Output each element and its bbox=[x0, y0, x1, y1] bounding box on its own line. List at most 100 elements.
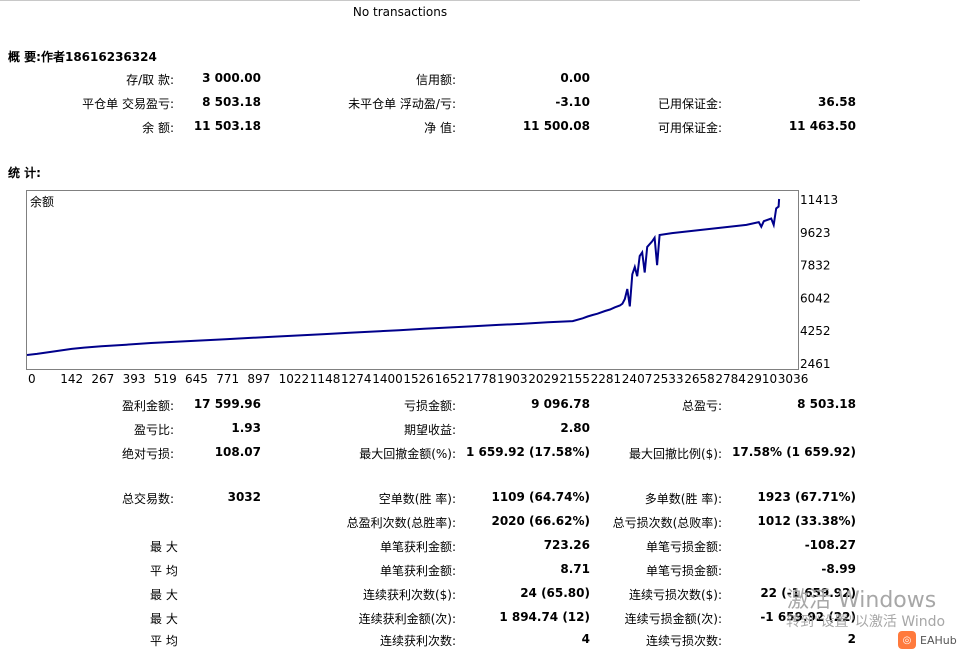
expected-payoff-value: 2.80 bbox=[560, 421, 590, 435]
total-trades-label: 总交易数: bbox=[121, 492, 174, 506]
max-drawdown-label: 最大回撤金额(%): bbox=[359, 447, 456, 461]
total-pl-label: 总盈亏: bbox=[681, 399, 722, 413]
floating-pl-value: -3.10 bbox=[555, 95, 590, 109]
x-tick-label: 897 bbox=[247, 372, 270, 386]
credit-value: 0.00 bbox=[560, 71, 590, 85]
free-margin-label: 可用保证金: bbox=[657, 121, 722, 135]
y-tick-label: 11413 bbox=[800, 193, 838, 207]
max-row-label: 最 大 bbox=[150, 588, 178, 602]
x-tick-label: 2029 bbox=[528, 372, 559, 386]
margin-value: 36.58 bbox=[818, 95, 856, 109]
loss-trades-value: 1012 (33.38%) bbox=[757, 514, 856, 528]
x-tick-label: 1148 bbox=[310, 372, 341, 386]
max-drawdown-value: 1 659.92 (17.58%) bbox=[466, 445, 590, 459]
x-tick-label: 1778 bbox=[466, 372, 497, 386]
x-axis: 0 142 267 393 519 645 771 897 1022 1148 1274 1400 15… bbox=[28, 372, 809, 386]
x-tick-label: 645 bbox=[185, 372, 208, 386]
largest-profit-label: 单笔获利金额: bbox=[379, 540, 456, 554]
y-tick-label: 4252 bbox=[800, 324, 831, 338]
x-tick-label: 1652 bbox=[435, 372, 466, 386]
chart-title: 余额 bbox=[30, 194, 54, 209]
avg-consec-wins-value: 4 bbox=[581, 632, 590, 646]
max-consec-wins-label: 连续获利次数($): bbox=[362, 588, 456, 602]
x-tick-label: 393 bbox=[123, 372, 146, 386]
max-consec-profit-value: 1 894.74 (12) bbox=[499, 610, 590, 624]
y-tick-label: 7832 bbox=[800, 259, 831, 273]
x-tick-label: 2533 bbox=[653, 372, 684, 386]
x-tick-label: 2658 bbox=[684, 372, 715, 386]
avg-consec-losses-label: 连续亏损次数: bbox=[645, 634, 722, 648]
largest-profit-value: 723.26 bbox=[543, 538, 590, 552]
short-trades-value: 1109 (64.74%) bbox=[491, 490, 590, 504]
stats-title: 统 计: bbox=[8, 166, 41, 180]
largest-row-label: 最 大 bbox=[150, 540, 178, 554]
rel-drawdown-value: 17.58% (1 659.92) bbox=[732, 445, 856, 459]
total-trades-value: 3032 bbox=[227, 490, 261, 504]
balance-series-line bbox=[26, 198, 781, 356]
max-consec-loss-label: 连续亏损金额(次): bbox=[624, 612, 722, 626]
expected-payoff-label: 期望收益: bbox=[403, 423, 456, 437]
x-tick-label: 2407 bbox=[622, 372, 653, 386]
x-tick-label: 2281 bbox=[591, 372, 622, 386]
avg-loss-value: -8.99 bbox=[821, 562, 856, 576]
y-tick-label: 6042 bbox=[800, 291, 831, 305]
long-trades-label: 多单数(胜 率): bbox=[644, 492, 722, 506]
margin-label: 已用保证金: bbox=[657, 97, 722, 111]
balance-value: 11 503.18 bbox=[193, 119, 261, 133]
avg-consec-wins-label: 连续获利次数: bbox=[379, 634, 456, 648]
deposit-label: 存/取 款: bbox=[126, 73, 174, 87]
x-tick-label: 2910 bbox=[747, 372, 778, 386]
balance-label: 余 额: bbox=[142, 121, 174, 135]
x-tick-label: 0 bbox=[28, 372, 36, 386]
x-tick-label: 267 bbox=[91, 372, 114, 386]
x-tick-label: 3036 bbox=[778, 372, 809, 386]
largest-loss-value: -108.27 bbox=[804, 538, 856, 552]
x-tick-label: 1400 bbox=[372, 372, 403, 386]
max2-row-label: 最 大 bbox=[150, 612, 178, 626]
x-tick-label: 142 bbox=[60, 372, 83, 386]
gross-loss-label: 亏损金额: bbox=[403, 399, 456, 413]
x-tick-label: 771 bbox=[216, 372, 239, 386]
credit-label: 信用额: bbox=[415, 73, 456, 87]
x-tick-label: 1022 bbox=[279, 372, 310, 386]
y-tick-label: 9623 bbox=[800, 226, 831, 240]
balance-chart-svg: 余额 bbox=[26, 194, 781, 356]
x-tick-label: 2784 bbox=[715, 372, 746, 386]
x-tick-label: 519 bbox=[154, 372, 177, 386]
profit-factor-value: 1.93 bbox=[231, 421, 261, 435]
balance-chart: 余额 bbox=[26, 190, 799, 370]
long-trades-value: 1923 (67.71%) bbox=[757, 490, 856, 504]
deposit-value: 3 000.00 bbox=[202, 71, 261, 85]
free-margin-value: 11 463.50 bbox=[788, 119, 856, 133]
rel-drawdown-label: 最大回撤比例($): bbox=[628, 447, 722, 461]
profit-trades-label: 总盈利次数(总胜率): bbox=[346, 516, 456, 530]
closed-pl-value: 8 503.18 bbox=[202, 95, 261, 109]
windows-activation-watermark: 激活 Windows bbox=[787, 588, 937, 613]
gross-profit-value: 17 599.96 bbox=[193, 397, 261, 411]
avg-profit-label: 单笔获利金额: bbox=[379, 564, 456, 578]
total-pl-value: 8 503.18 bbox=[797, 397, 856, 411]
y-axis: 11413 9623 7832 6042 4252 2461 bbox=[800, 193, 838, 371]
eahub-label: EAHub bbox=[920, 633, 957, 647]
profit-trades-value: 2020 (66.62%) bbox=[491, 514, 590, 528]
loss-trades-label: 总亏损次数(总败率): bbox=[612, 516, 722, 530]
eahub-badge: ◎ EAHub bbox=[898, 628, 970, 652]
max-consec-profit-label: 连续获利金额(次): bbox=[358, 612, 456, 626]
max-consec-losses-label: 连续亏损次数($): bbox=[628, 588, 722, 602]
top-divider bbox=[0, 0, 860, 1]
max-consec-wins-value: 24 (65.80) bbox=[520, 586, 590, 600]
largest-loss-label: 单笔亏损金额: bbox=[645, 540, 722, 554]
gross-profit-label: 盈利金额: bbox=[121, 399, 174, 413]
no-transactions-text: No transactions bbox=[352, 5, 448, 19]
gross-loss-value: 9 096.78 bbox=[531, 397, 590, 411]
average-row-label: 平 均 bbox=[150, 564, 178, 578]
summary-title: 概 要:作者18616236324 bbox=[8, 50, 157, 64]
floating-pl-label: 未平仓单 浮动盈/亏: bbox=[348, 97, 456, 111]
avg-profit-value: 8.71 bbox=[560, 562, 590, 576]
eahub-logo-icon: ◎ bbox=[898, 631, 916, 649]
avg-loss-label: 单笔亏损金额: bbox=[645, 564, 722, 578]
x-tick-label: 1903 bbox=[497, 372, 528, 386]
profit-factor-label: 盈亏比: bbox=[133, 423, 174, 437]
closed-pl-label: 平仓单 交易盈亏: bbox=[82, 97, 174, 111]
short-trades-label: 空单数(胜 率): bbox=[378, 492, 456, 506]
